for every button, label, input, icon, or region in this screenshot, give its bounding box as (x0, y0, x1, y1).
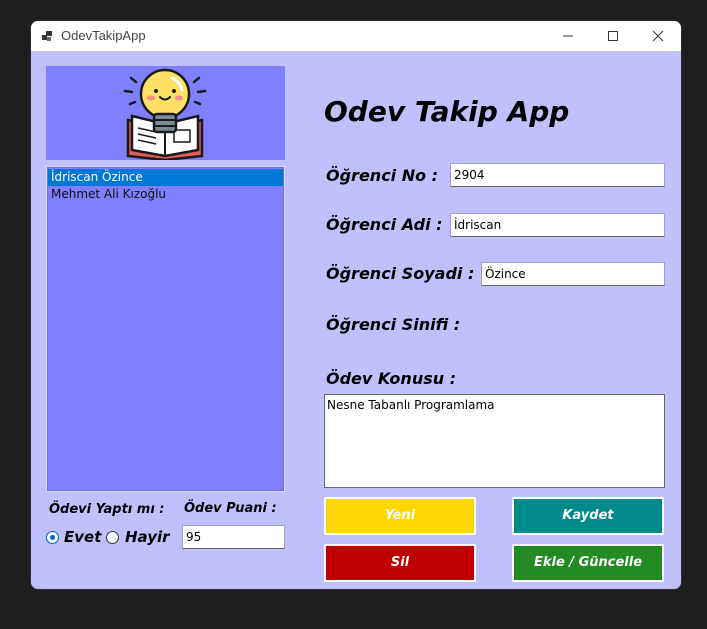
student-list[interactable]: İdriscan Özince Mehmet Ali Kızoğlu (46, 166, 285, 492)
app-icon (42, 31, 52, 41)
logo-panel (46, 66, 285, 162)
lightbulb-book-icon (123, 68, 207, 162)
homework-score-input[interactable]: 95 (182, 525, 285, 549)
student-name-input[interactable]: İdriscan (450, 213, 665, 237)
student-list-item[interactable]: Mehmet Ali Kızoğlu (48, 186, 283, 203)
student-list-item[interactable]: İdriscan Özince (48, 169, 283, 186)
student-surname-label: Öğrenci Soyadi : (326, 264, 475, 283)
window-title: OdevTakipApp (61, 28, 146, 43)
student-no-label: Öğrenci No : (326, 166, 439, 185)
homework-topic-label: Ödev Konusu : (326, 369, 457, 388)
close-icon (652, 30, 664, 42)
maximize-button[interactable] (590, 21, 636, 51)
done-no-label[interactable]: Hayir (125, 528, 170, 546)
student-name-label: Öğrenci Adi : (326, 215, 443, 234)
minimize-button[interactable] (545, 21, 591, 51)
homework-done-label: Ödevi Yaptı mı : (49, 502, 165, 517)
homework-topic-textarea[interactable]: Nesne Tabanlı Programlama (324, 394, 665, 488)
done-yes-radio[interactable] (46, 531, 59, 544)
maximize-icon (608, 31, 618, 41)
title-bar[interactable]: OdevTakipApp (31, 21, 681, 51)
homework-score-label: Ödev Puani : (184, 501, 277, 516)
student-no-input[interactable]: 2904 (450, 163, 665, 187)
add-update-button[interactable]: Ekle / Güncelle (512, 544, 664, 582)
new-button[interactable]: Yeni (324, 497, 476, 535)
app-heading: Odev Takip App (324, 95, 570, 128)
student-surname-input[interactable]: Özince (481, 262, 665, 286)
done-no-radio[interactable] (106, 531, 119, 544)
close-button[interactable] (635, 21, 681, 51)
minimize-icon (563, 35, 573, 37)
done-yes-label[interactable]: Evet (64, 528, 101, 546)
app-window: OdevTakipApp İdriscan Özince Mehmet Ali … (31, 21, 681, 589)
save-button[interactable]: Kaydet (512, 497, 664, 535)
student-class-label: Öğrenci Sinifi : (326, 315, 461, 334)
delete-button[interactable]: Sil (324, 544, 476, 582)
